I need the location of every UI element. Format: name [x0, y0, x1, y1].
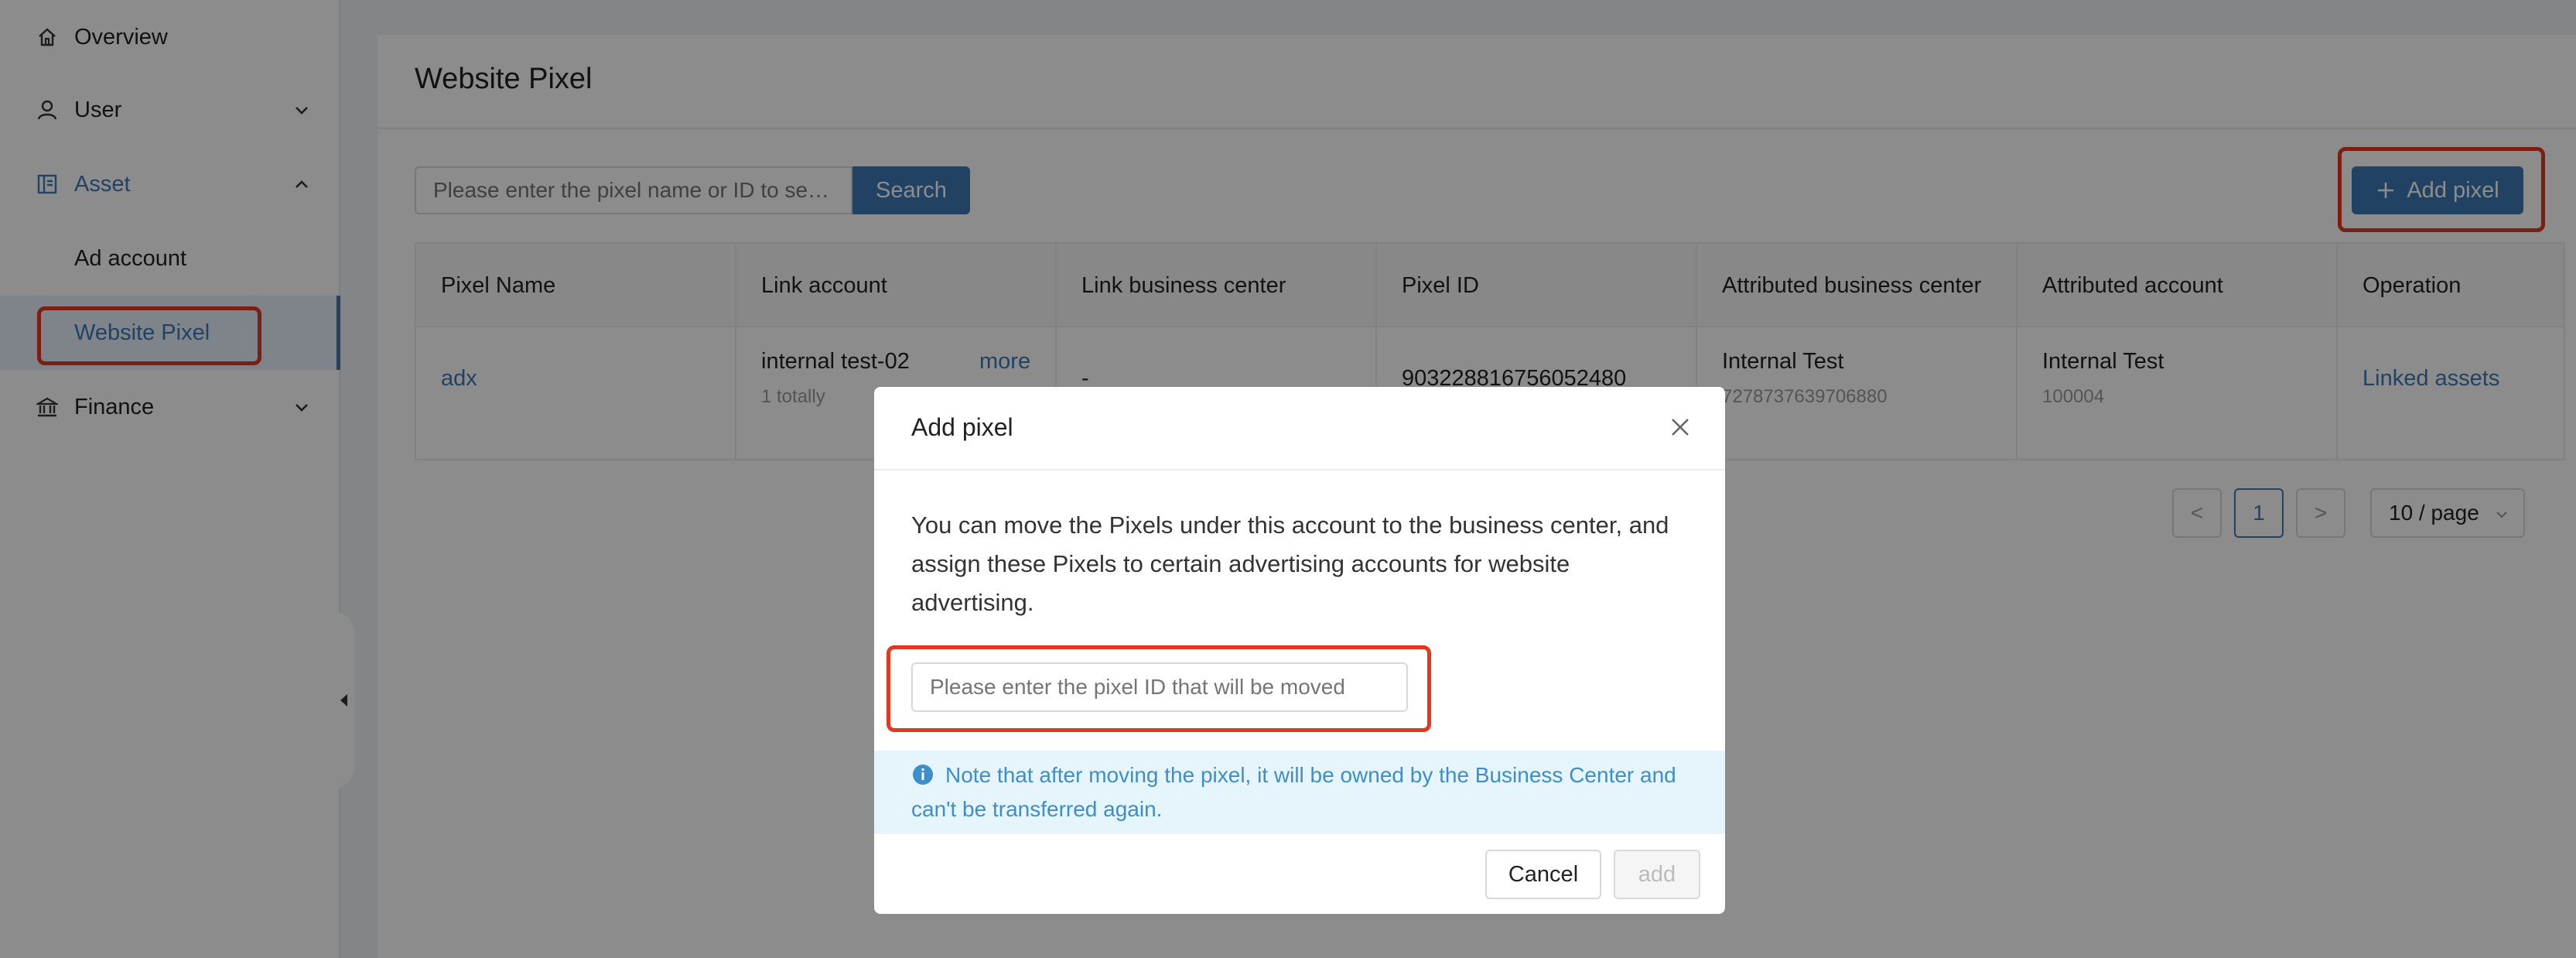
modal-description: You can move the Pixels under this accou… [911, 512, 1669, 616]
cancel-button[interactable]: Cancel [1485, 850, 1601, 899]
notice-banner: Note that after moving the pixel, it wil… [874, 751, 1725, 834]
add-button[interactable]: add [1614, 850, 1700, 899]
notice-text: Note that after moving the pixel, it wil… [911, 763, 1676, 821]
add-pixel-modal: Add pixel You can move the Pixels under … [874, 387, 1725, 914]
pixel-input-highlight-box [887, 645, 1431, 732]
close-icon[interactable] [1666, 413, 1694, 441]
modal-title: Add pixel [911, 413, 1013, 441]
modal-header: Add pixel [874, 387, 1725, 470]
